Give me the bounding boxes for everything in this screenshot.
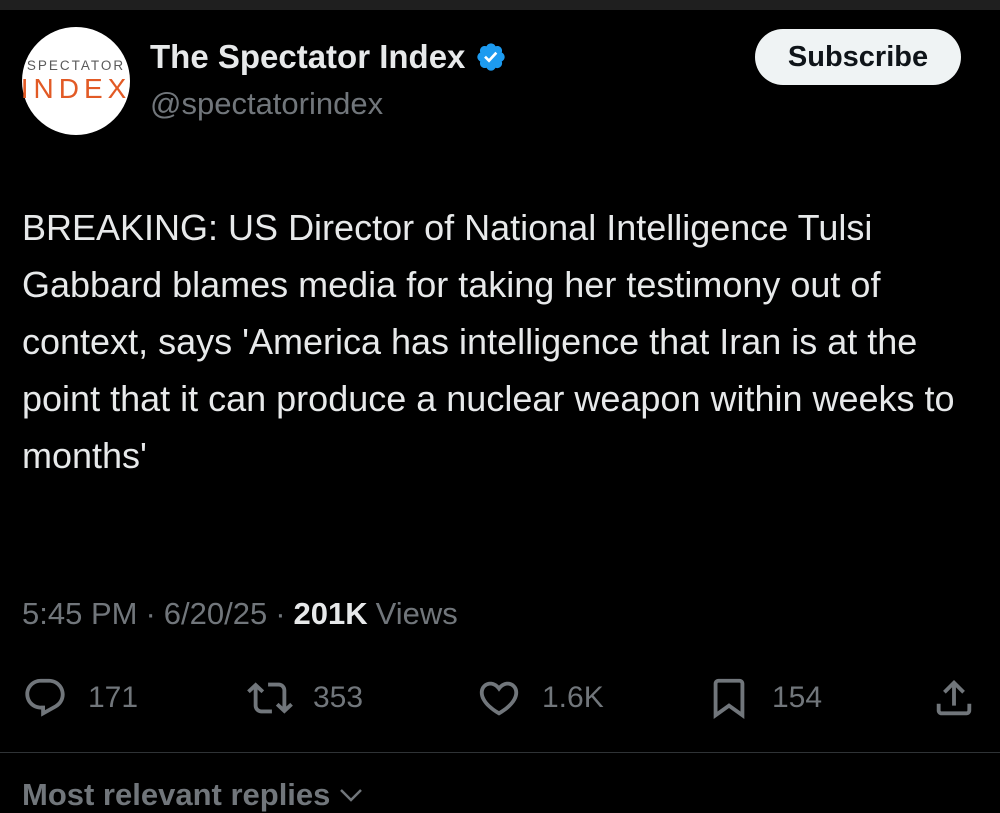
author-name-row: The Spectator Index [150, 38, 507, 76]
share-button[interactable] [931, 672, 977, 724]
tweet-date[interactable]: 6/20/25 [164, 596, 267, 632]
views-label: Views [375, 596, 458, 631]
chevron-down-icon [340, 789, 363, 802]
bookmark-icon [713, 678, 745, 719]
divider [0, 752, 1000, 753]
verified-badge-icon [477, 43, 506, 71]
reply-button[interactable]: 171 [22, 672, 138, 724]
subscribe-button[interactable]: Subscribe [755, 29, 961, 85]
heart-icon [479, 681, 519, 716]
like-count: 1.6K [542, 681, 604, 714]
repost-count: 353 [313, 681, 364, 714]
avatar[interactable]: SPECTATOR INDEX [20, 27, 132, 135]
author-handle[interactable]: @spectatorindex [150, 86, 383, 122]
bookmark-button[interactable]: 154 [706, 672, 822, 724]
like-button[interactable]: 1.6K [476, 672, 604, 724]
meta-separator: · [275, 596, 286, 631]
top-bar [0, 0, 1000, 10]
tweet-actions: 171 353 1.6K 154 [22, 672, 977, 724]
replies-sort-label: Most relevant replies [22, 777, 331, 812]
share-icon [936, 679, 972, 716]
reply-icon [25, 678, 65, 717]
views-count: 201K [293, 596, 368, 631]
avatar-logo-line1: SPECTATOR [26, 57, 126, 73]
replies-sort-dropdown[interactable]: Most relevant replies [22, 777, 366, 813]
tweet-meta: 5:45 PM · 6/20/25 · 201K Views [22, 596, 458, 632]
tweet-time[interactable]: 5:45 PM [22, 596, 137, 632]
meta-separator: · [145, 596, 156, 631]
author-name[interactable]: The Spectator Index [150, 38, 465, 76]
repost-icon [247, 682, 293, 714]
reply-count: 171 [88, 681, 139, 714]
tweet-text: BREAKING: US Director of National Intell… [22, 207, 955, 476]
repost-button[interactable]: 353 [247, 672, 363, 724]
bookmark-count: 154 [772, 681, 823, 714]
avatar-logo-line2: INDEX [20, 73, 132, 105]
